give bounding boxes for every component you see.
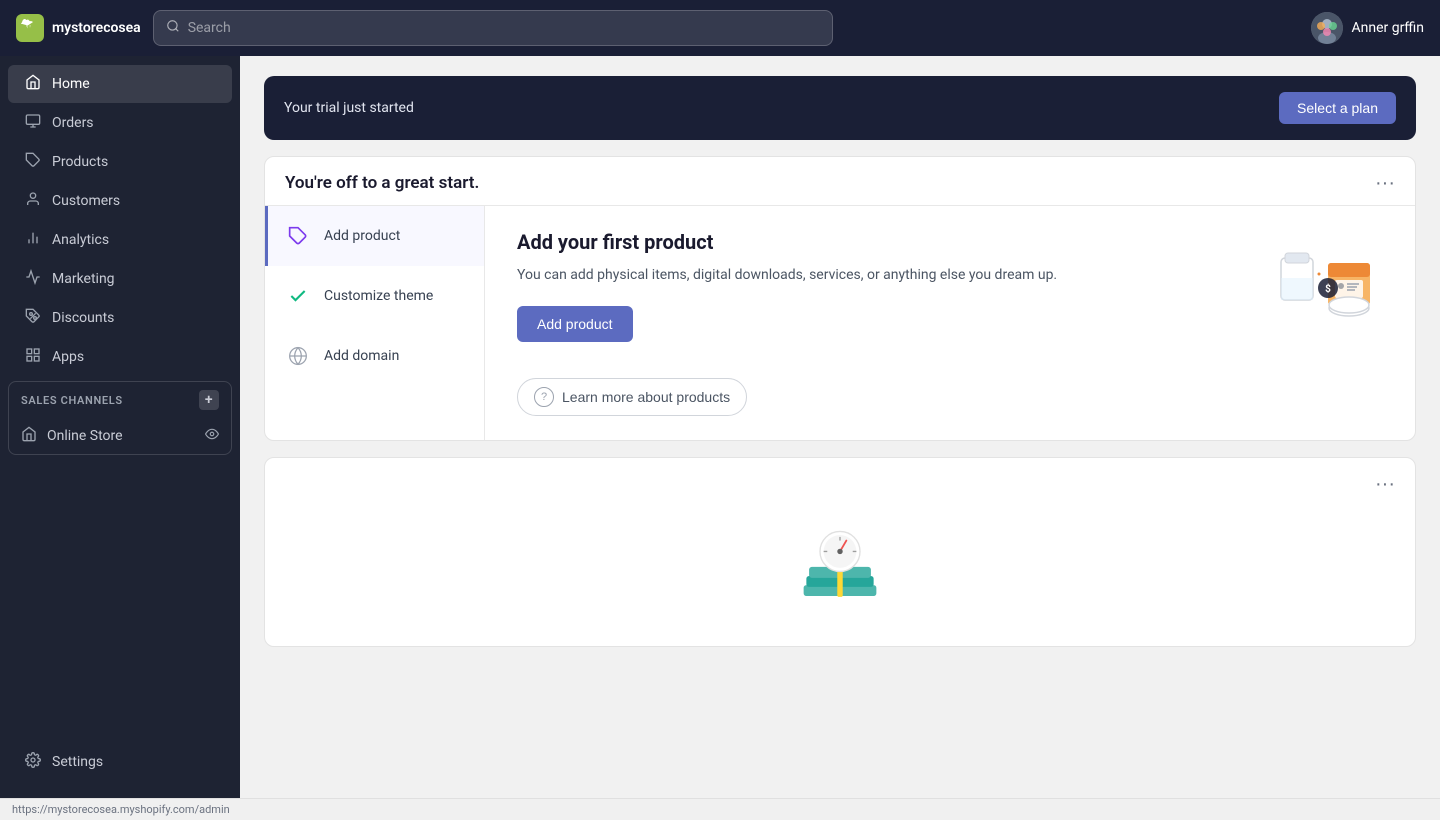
sidebar-item-settings[interactable]: Settings — [8, 743, 232, 781]
sales-channels-section: SALES CHANNELS + Online Store — [8, 381, 232, 455]
step-label-add-product: Add product — [324, 228, 400, 244]
sidebar-item-label-apps: Apps — [52, 349, 84, 365]
sidebar-item-label-analytics: Analytics — [52, 232, 109, 248]
sidebar-nav: Home Orders Products — [0, 64, 240, 377]
setup-card-more-button[interactable]: ··· — [1375, 173, 1395, 193]
shopify-icon — [16, 14, 44, 42]
select-plan-button[interactable]: Select a plan — [1279, 92, 1396, 124]
status-url: https://mystorecosea.myshopify.com/admin — [12, 803, 230, 816]
sidebar-item-products[interactable]: Products — [8, 143, 232, 181]
sidebar-bottom: Settings — [0, 734, 240, 790]
trial-text: Your trial just started — [284, 100, 414, 116]
online-store-label: Online Store — [47, 428, 123, 444]
step-content-title: Add your first product — [517, 230, 1249, 254]
orders-icon — [24, 113, 42, 133]
steps-layout: Add product Customize theme — [265, 205, 1415, 440]
settings-icon — [24, 752, 42, 772]
main-content: Your trial just started Select a plan Yo… — [240, 56, 1440, 798]
main-layout: Home Orders Products — [0, 56, 1440, 798]
svg-text:$: $ — [1325, 282, 1331, 295]
sidebar-item-online-store[interactable]: Online Store — [9, 418, 231, 454]
second-card-content — [265, 506, 1415, 646]
sidebar-item-analytics[interactable]: Analytics — [8, 221, 232, 259]
marketing-icon — [24, 269, 42, 289]
sidebar-item-label-discounts: Discounts — [52, 310, 114, 326]
sidebar-item-home[interactable]: Home — [8, 65, 232, 103]
step-item-customize-theme[interactable]: Customize theme — [265, 266, 484, 326]
step-icon-add-domain — [284, 342, 312, 370]
help-icon: ? — [534, 387, 554, 407]
learn-more-button[interactable]: ? Learn more about products — [517, 378, 747, 416]
product-illustration: $ — [1273, 230, 1383, 320]
sidebar-item-discounts[interactable]: Discounts — [8, 299, 232, 337]
sidebar-item-orders[interactable]: Orders — [8, 104, 232, 142]
step-content: Add your first product You can add physi… — [485, 206, 1415, 440]
step-content-description: You can add physical items, digital down… — [517, 264, 1249, 286]
step-icon-customize-theme — [284, 282, 312, 310]
search-icon — [166, 19, 180, 37]
sidebar-item-apps[interactable]: Apps — [8, 338, 232, 376]
step-content-main: Add your first product You can add physi… — [517, 230, 1383, 342]
top-navigation: mystorecosea Search Anner grffin — [0, 0, 1440, 56]
settings-label: Settings — [52, 754, 103, 770]
sidebar-item-label-products: Products — [52, 154, 108, 170]
second-card: ··· — [264, 457, 1416, 647]
second-card-header: ··· — [265, 458, 1415, 506]
setup-card-header: You're off to a great start. ··· — [265, 157, 1415, 205]
search-bar[interactable]: Search — [153, 10, 833, 46]
add-product-button[interactable]: Add product — [517, 306, 633, 342]
sidebar: Home Orders Products — [0, 56, 240, 798]
statusbar: https://mystorecosea.myshopify.com/admin — [0, 798, 1440, 820]
setup-card: You're off to a great start. ··· Add — [264, 156, 1416, 441]
store-name: mystorecosea — [52, 20, 141, 36]
products-icon — [24, 152, 42, 172]
sidebar-item-label-marketing: Marketing — [52, 271, 115, 287]
sidebar-item-label-home: Home — [52, 76, 90, 92]
step-item-add-domain[interactable]: Add domain — [265, 326, 484, 386]
sidebar-item-label-orders: Orders — [52, 115, 94, 131]
online-store-icon — [21, 426, 37, 446]
sales-channels-label: SALES CHANNELS — [21, 394, 123, 407]
steps-list: Add product Customize theme — [265, 206, 485, 440]
discounts-icon — [24, 308, 42, 328]
customers-icon — [24, 191, 42, 211]
user-name[interactable]: Anner grffin — [1351, 20, 1424, 36]
eye-icon[interactable] — [205, 427, 219, 445]
setup-card-title: You're off to a great start. — [285, 173, 479, 193]
sales-channels-header: SALES CHANNELS + — [9, 382, 231, 418]
search-placeholder: Search — [188, 20, 231, 36]
step-label-customize-theme: Customize theme — [324, 288, 433, 304]
step-content-text: Add your first product You can add physi… — [517, 230, 1249, 342]
avatar[interactable] — [1311, 12, 1343, 44]
add-sales-channel-button[interactable]: + — [199, 390, 219, 410]
second-card-more-button[interactable]: ··· — [1375, 474, 1395, 494]
sidebar-item-label-customers: Customers — [52, 193, 120, 209]
analytics-icon — [24, 230, 42, 250]
learn-more-label: Learn more about products — [562, 389, 730, 405]
apps-icon — [24, 347, 42, 367]
step-item-add-product[interactable]: Add product — [265, 206, 484, 266]
sidebar-item-customers[interactable]: Customers — [8, 182, 232, 220]
home-icon — [24, 74, 42, 94]
topnav-right: Anner grffin — [1311, 12, 1424, 44]
step-content-footer: ? Learn more about products — [517, 362, 1383, 416]
step-icon-add-product — [284, 222, 312, 250]
step-label-add-domain: Add domain — [324, 348, 399, 364]
store-logo[interactable]: mystorecosea — [16, 14, 141, 42]
trial-banner: Your trial just started Select a plan — [264, 76, 1416, 140]
sidebar-item-marketing[interactable]: Marketing — [8, 260, 232, 298]
